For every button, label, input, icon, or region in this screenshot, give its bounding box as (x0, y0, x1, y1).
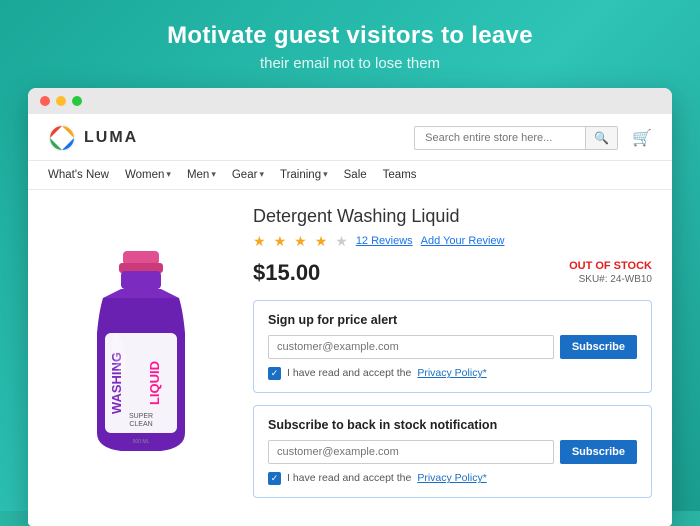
stock-notification-policy-link[interactable]: Privacy Policy* (417, 472, 486, 484)
search-button[interactable]: 🔍 (585, 127, 617, 149)
store-logo: LUMA (48, 124, 138, 152)
nav-item-training[interactable]: Training ▾ (272, 167, 336, 183)
svg-text:SUPER: SUPER (128, 413, 152, 420)
cart-icon[interactable]: 🛒 (632, 128, 652, 148)
price-alert-policy-row: I have read and accept the Privacy Polic… (268, 367, 637, 380)
stock-notification-policy-checkbox[interactable] (268, 472, 281, 485)
stock-notification-subscribe-button[interactable]: Subscribe (560, 440, 637, 464)
hero-title: Motivate guest visitors to leave (20, 22, 680, 51)
nav-item-women[interactable]: Women ▾ (117, 167, 179, 183)
price-alert-policy-text: I have read and accept the (287, 367, 411, 379)
stock-notification-policy-text: I have read and accept the (287, 472, 411, 484)
product-image-wrap: WASHING LIQUID SUPER CLEAN 500 ML (48, 206, 233, 510)
star-4: ★ (315, 233, 328, 250)
main-content: WASHING LIQUID SUPER CLEAN 500 ML Deterg… (28, 190, 672, 526)
price-alert-title: Sign up for price alert (268, 313, 637, 327)
search-input[interactable] (415, 128, 585, 148)
nav-item-gear[interactable]: Gear ▾ (224, 167, 272, 183)
rating-row: ★ ★ ★ ★ ★ 12 Reviews Add Your Review (253, 233, 652, 250)
price-alert-policy-link[interactable]: Privacy Policy* (417, 367, 486, 379)
nav-item-whats-new[interactable]: What's New (48, 167, 117, 183)
star-2: ★ (274, 233, 287, 250)
stock-notification-input-row: Subscribe (268, 440, 637, 464)
stock-notification-email-input[interactable] (268, 440, 554, 464)
price-alert-subscribe-button[interactable]: Subscribe (560, 335, 637, 359)
product-details: Detergent Washing Liquid ★ ★ ★ ★ ★ 12 Re… (253, 206, 652, 510)
hero-section: Motivate guest visitors to leave their e… (0, 0, 700, 88)
price-alert-email-input[interactable] (268, 335, 554, 359)
stock-notification-box: Subscribe to back in stock notification … (253, 405, 652, 498)
product-sku: SKU#: 24-WB10 (569, 274, 652, 285)
browser-dot-yellow[interactable] (56, 96, 66, 106)
hero-subtitle: their email not to lose them (20, 55, 680, 72)
svg-text:500 ML: 500 ML (132, 439, 149, 445)
stock-info: OUT OF STOCK SKU#: 24-WB10 (569, 260, 652, 285)
price-row: $15.00 OUT OF STOCK SKU#: 24-WB10 (253, 260, 652, 286)
price-alert-policy-checkbox[interactable] (268, 367, 281, 380)
product-image: WASHING LIQUID SUPER CLEAN 500 ML (61, 243, 221, 473)
luma-logo-icon (48, 124, 76, 152)
store-name: LUMA (84, 129, 138, 147)
browser-dot-green[interactable] (72, 96, 82, 106)
svg-text:LIQUID: LIQUID (147, 361, 162, 405)
browser-window: LUMA 🔍 🛒 What's New Women ▾ Men ▾ Gear ▾… (28, 88, 672, 526)
add-review-link[interactable]: Add Your Review (421, 235, 505, 247)
chevron-down-icon: ▾ (323, 169, 328, 180)
stock-notification-policy-row: I have read and accept the Privacy Polic… (268, 472, 637, 485)
price-alert-input-row: Subscribe (268, 335, 637, 359)
browser-chrome (28, 88, 672, 114)
product-name: Detergent Washing Liquid (253, 206, 652, 227)
chevron-down-icon: ▾ (166, 169, 171, 180)
store-header: LUMA 🔍 🛒 (28, 114, 672, 161)
search-bar: 🔍 (414, 126, 618, 150)
nav-item-teams[interactable]: Teams (375, 167, 425, 183)
product-price: $15.00 (253, 260, 320, 286)
browser-dot-red[interactable] (40, 96, 50, 106)
nav-item-men[interactable]: Men ▾ (179, 167, 224, 183)
star-3: ★ (294, 233, 307, 250)
star-5: ★ (335, 233, 348, 250)
star-1: ★ (253, 233, 266, 250)
price-alert-box: Sign up for price alert Subscribe I have… (253, 300, 652, 393)
stock-status: OUT OF STOCK (569, 260, 652, 272)
nav-item-sale[interactable]: Sale (336, 167, 375, 183)
chevron-down-icon: ▾ (211, 169, 216, 180)
stock-notification-title: Subscribe to back in stock notification (268, 418, 637, 432)
review-count[interactable]: 12 Reviews (356, 235, 413, 247)
svg-text:CLEAN: CLEAN (129, 421, 152, 428)
store-nav: What's New Women ▾ Men ▾ Gear ▾ Training… (28, 161, 672, 190)
chevron-down-icon: ▾ (259, 169, 264, 180)
